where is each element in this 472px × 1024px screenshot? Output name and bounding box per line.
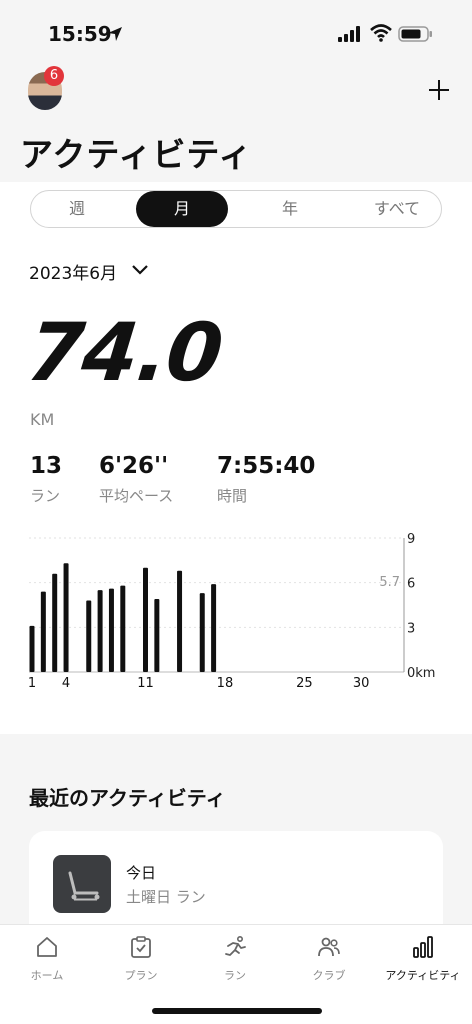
bar-day-17 [211,584,217,672]
bar-chart-icon [413,936,433,958]
month-selector[interactable]: 2023年6月 [29,259,117,284]
screen: 15:59 6 アクティビティ 週 月 年 すべて 2023年6月 74.0 K… [0,0,472,1024]
tab-month[interactable]: 月 [136,191,228,227]
bar-day-16 [199,593,205,672]
x-tick-label: 11 [137,676,154,691]
x-tick-label: 1 [28,676,36,691]
home-icon [37,937,57,957]
add-icon[interactable] [427,78,451,102]
bar-day-2 [40,591,46,672]
home-indicator [152,1008,322,1014]
bar-day-4 [63,563,69,672]
activity-subtitle: 土曜日 ラン [126,888,206,906]
y-tick-label: 3 [407,621,415,636]
duration-label: 時間 [217,487,248,505]
recent-activity-title: 最近のアクティビティ [29,786,226,810]
avg-pace-label: 平均ペース [99,487,174,505]
tab-home[interactable]: ホーム [0,925,94,995]
runs-count: 13 [30,453,63,479]
bar-day-3 [52,573,58,672]
bar-day-1 [29,625,35,672]
wifi-icon [370,24,392,42]
bar-day-8 [108,588,114,672]
y-tick-label: 9 [407,532,415,547]
average-label: 5.7 [379,575,400,590]
x-tick-label: 30 [353,676,370,691]
treadmill-icon [53,855,111,913]
signal-icon [338,26,360,42]
bar-day-6 [86,600,92,672]
notification-badge: 6 [44,66,64,86]
avg-pace-value: 6'26'' [99,453,169,479]
duration-value: 7:55:40 [217,453,316,479]
tab-year[interactable]: 年 [244,191,336,227]
location-arrow-icon [108,27,122,41]
tab-club-label: クラブ [312,969,346,982]
tab-run-label: ラン [224,969,246,982]
bar-day-9 [120,585,126,672]
status-bar: 15:59 [0,0,472,60]
people-icon [318,937,340,957]
tab-plan-label: プラン [124,969,158,982]
y-tick-label: 6 [407,577,415,592]
tab-week[interactable]: 週 [31,191,123,227]
bar-day-7 [97,590,103,672]
runner-icon [225,935,246,956]
runs-label: ラン [30,487,61,505]
distance-unit: KM [30,410,55,429]
chevron-down-icon[interactable] [131,263,149,277]
x-tick-label: 25 [296,676,313,691]
bar-day-14 [177,570,183,672]
period-segmented-control: 週 月 年 すべて [30,190,442,228]
total-distance: 74.0 [23,306,227,399]
tab-plan[interactable]: プラン [94,925,188,995]
tab-home-label: ホーム [30,969,64,982]
clipboard-icon [131,936,151,958]
bar-day-11 [143,567,148,672]
distance-bar-chart: 9 6 3 0km 5.7 1 4 11 18 25 30 [28,532,436,691]
x-tick-label: 18 [217,676,234,691]
activity-day: 今日 [126,864,157,882]
status-time: 15:59 [48,22,112,46]
tab-all[interactable]: すべて [351,191,443,227]
tab-activity-label: アクティビティ [385,969,461,982]
bar-day-12 [154,599,160,672]
x-tick-label: 4 [62,676,70,691]
page-title: アクティビティ [20,135,253,174]
battery-icon [398,26,432,42]
tab-run[interactable]: ラン [188,925,282,995]
tab-activity[interactable]: アクティビティ [376,925,470,995]
y-tick-label: 0km [407,666,435,681]
tab-club[interactable]: クラブ [282,925,376,995]
